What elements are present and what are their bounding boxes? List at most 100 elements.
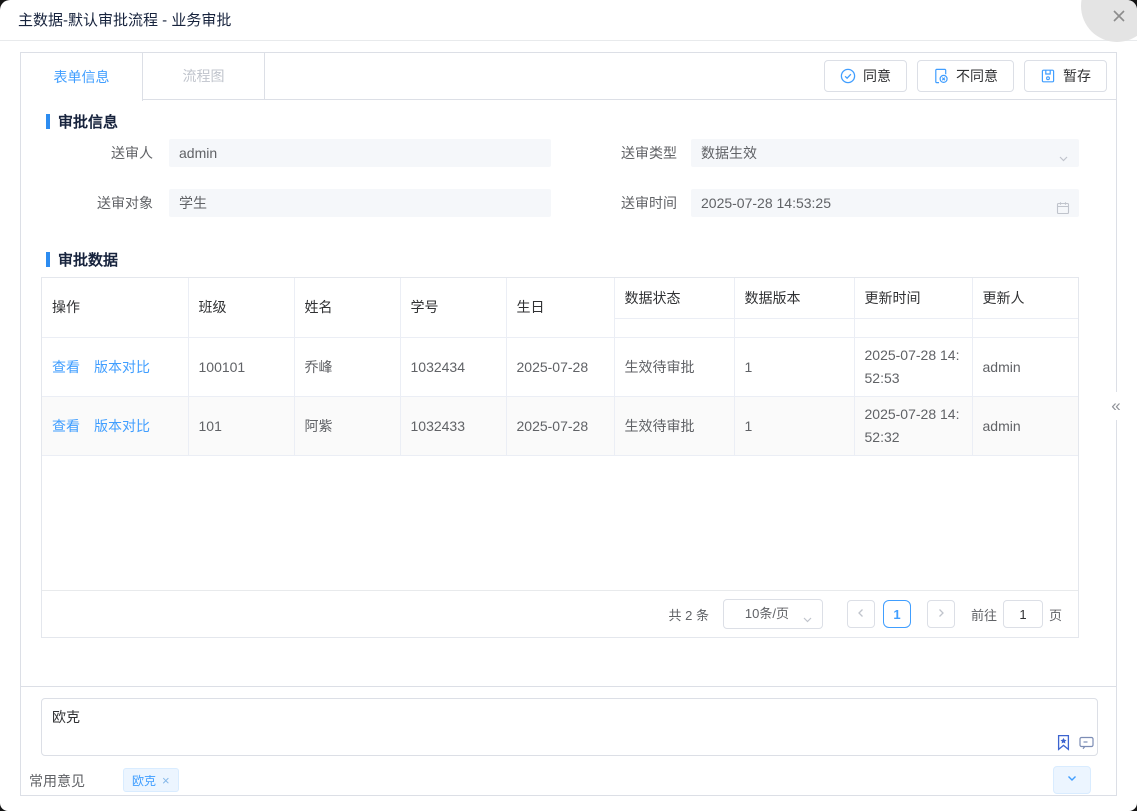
- document-x-icon: [933, 68, 949, 84]
- field-submitter: 送审人 admin: [41, 139, 551, 167]
- page-number-1[interactable]: 1: [883, 600, 911, 628]
- page-unit-label: 页: [1049, 605, 1062, 624]
- page-size-value: 10条/页: [745, 606, 789, 621]
- subheader-cell: [614, 318, 734, 337]
- cell-version: 1: [734, 337, 854, 396]
- section-bar: [46, 114, 50, 129]
- submit-time-value: 2025-07-28 14:53:25: [701, 195, 831, 211]
- field-submit-type: 送审类型 数据生效: [581, 139, 1079, 167]
- cell-student-id: 1032434: [400, 337, 506, 396]
- check-circle-icon: [840, 68, 856, 84]
- goto-page-input[interactable]: [1003, 600, 1043, 628]
- dialog-title: 主数据-默认审批流程 - 业务审批: [18, 0, 231, 41]
- submit-type-label: 送审类型: [581, 143, 677, 163]
- goto-label: 前往: [971, 605, 997, 624]
- view-link[interactable]: 查看: [52, 357, 80, 377]
- col-header-status: 数据状态: [614, 278, 734, 318]
- comment-tools: [1055, 734, 1095, 756]
- prev-page-button[interactable]: [847, 600, 875, 628]
- submit-object-label: 送审对象: [41, 193, 153, 213]
- submitter-input[interactable]: admin: [169, 139, 551, 167]
- current-page-label: 1: [893, 607, 900, 622]
- col-header-student-id: 学号: [400, 278, 506, 337]
- cell-student-id: 1032433: [400, 396, 506, 455]
- calendar-icon: [1056, 196, 1070, 217]
- opinions-dropdown-button[interactable]: [1053, 766, 1091, 794]
- approval-data-table: 操作 班级 姓名 学号 生日 数据状态 数据版本 更新时间 更新人: [41, 277, 1079, 638]
- tab-bar: 表单信息 流程图 同意 不同意: [21, 53, 1116, 100]
- form-card: 表单信息 流程图 同意 不同意: [20, 52, 1117, 687]
- subheader-cell: [972, 318, 1078, 337]
- opinion-tag[interactable]: 欧克 ×: [123, 768, 179, 792]
- tab-form-info[interactable]: 表单信息: [21, 53, 143, 101]
- approve-button[interactable]: 同意: [824, 60, 907, 92]
- submit-time-input[interactable]: 2025-07-28 14:53:25: [691, 189, 1079, 217]
- cell-updated-by: admin: [972, 337, 1078, 396]
- comment-textarea[interactable]: 欧克: [41, 698, 1098, 756]
- cell-actions: 查看 版本对比: [42, 396, 188, 455]
- cell-name: 阿紫: [294, 396, 400, 455]
- bookmark-star-icon[interactable]: [1055, 734, 1072, 756]
- cell-status: 生效待审批: [614, 337, 734, 396]
- version-compare-link[interactable]: 版本对比: [94, 357, 150, 377]
- chevron-down-icon: [1057, 146, 1070, 167]
- section-approval-data-title: 审批数据: [58, 249, 118, 270]
- section-bar: [46, 252, 50, 267]
- chevron-down-icon: [1065, 771, 1079, 790]
- tab-flow-chart[interactable]: 流程图: [143, 53, 265, 99]
- submit-type-select[interactable]: 数据生效: [691, 139, 1079, 167]
- table-row: 查看 版本对比 100101 乔峰 1032434 2025-07-28 生效待…: [42, 337, 1078, 396]
- cell-status: 生效待审批: [614, 396, 734, 455]
- cell-class: 101: [188, 396, 294, 455]
- reject-label: 不同意: [956, 66, 998, 86]
- col-header-updated-at: 更新时间: [854, 278, 972, 318]
- reject-button[interactable]: 不同意: [917, 60, 1014, 92]
- chevron-left-icon: [855, 607, 867, 622]
- next-page-button[interactable]: [927, 600, 955, 628]
- col-header-actions: 操作: [42, 278, 188, 337]
- submit-time-label: 送审时间: [581, 193, 677, 213]
- close-icon: [1110, 7, 1128, 25]
- approval-dialog: 主数据-默认审批流程 - 业务审批 表单信息 流程图 同意: [0, 0, 1137, 811]
- view-link[interactable]: 查看: [52, 416, 80, 436]
- opinion-tag-label: 欧克: [132, 772, 156, 789]
- section-approval-info: 审批信息: [46, 111, 118, 132]
- field-submit-object: 送审对象 学生: [41, 189, 551, 217]
- tab-form-info-label: 表单信息: [54, 67, 110, 87]
- table-row: 查看 版本对比 101 阿紫 1032433 2025-07-28 生效待审批 …: [42, 396, 1078, 455]
- table-header-row: 操作 班级 姓名 学号 生日 数据状态 数据版本 更新时间 更新人: [42, 278, 1078, 318]
- save-draft-button[interactable]: 暂存: [1024, 60, 1107, 92]
- chevron-right-icon: [935, 607, 947, 622]
- submitter-value: admin: [179, 145, 217, 161]
- action-buttons: 同意 不同意 暂存: [824, 53, 1116, 99]
- tag-close-icon[interactable]: ×: [162, 774, 170, 787]
- col-header-updated-by: 更新人: [972, 278, 1078, 318]
- submit-type-value: 数据生效: [701, 145, 757, 161]
- submitter-label: 送审人: [41, 143, 153, 163]
- dialog-header: 主数据-默认审批流程 - 业务审批: [0, 0, 1137, 41]
- comment-bubble-icon[interactable]: [1078, 734, 1095, 756]
- col-header-class: 班级: [188, 278, 294, 337]
- cell-updated-at: 2025-07-28 14:52:53: [854, 337, 972, 396]
- pagination-bar: 共 2 条 10条/页 1: [42, 590, 1078, 637]
- cell-name: 乔峰: [294, 337, 400, 396]
- field-submit-time: 送审时间 2025-07-28 14:53:25: [581, 189, 1079, 217]
- comment-panel: 欧克 常用意见 欧克 ×: [20, 686, 1117, 796]
- tab-flow-chart-label: 流程图: [183, 66, 225, 86]
- col-header-name: 姓名: [294, 278, 400, 337]
- subheader-cell: [734, 318, 854, 337]
- collapse-panel-handle[interactable]: «: [1104, 392, 1128, 420]
- cell-birthday: 2025-07-28: [506, 396, 614, 455]
- section-approval-info-title: 审批信息: [58, 111, 118, 132]
- cell-updated-by: admin: [972, 396, 1078, 455]
- version-compare-link[interactable]: 版本对比: [94, 416, 150, 436]
- section-approval-data: 审批数据: [46, 249, 118, 270]
- chevron-down-icon: [801, 608, 814, 636]
- cell-birthday: 2025-07-28: [506, 337, 614, 396]
- cell-updated-at: 2025-07-28 14:52:32: [854, 396, 972, 455]
- page-size-select[interactable]: 10条/页: [723, 599, 823, 629]
- submit-object-value: 学生: [179, 195, 207, 211]
- submit-object-input[interactable]: 学生: [169, 189, 551, 217]
- cell-class: 100101: [188, 337, 294, 396]
- cell-version: 1: [734, 396, 854, 455]
